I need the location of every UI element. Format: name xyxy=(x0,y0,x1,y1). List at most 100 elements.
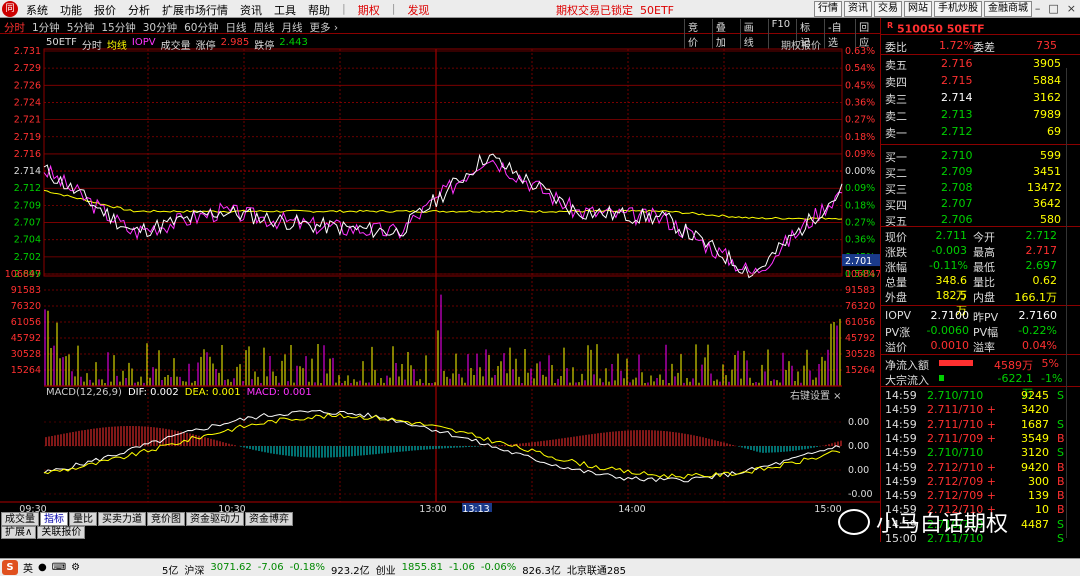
period-tab-4[interactable]: 30分钟 xyxy=(143,20,177,35)
menu-right-buttons: 行情 资讯 交易 网站 手机炒股 金融商城 xyxy=(814,1,1032,17)
sell-level-3-cell-1: 2.714 xyxy=(941,91,973,104)
period-tab-7[interactable]: 周线 xyxy=(254,20,275,35)
sell-level-4-cell-2: 5884 xyxy=(1033,74,1061,87)
option-price-button[interactable]: 期权报价 xyxy=(781,37,821,52)
menu-item-7[interactable]: 帮助 xyxy=(308,2,330,18)
tick-row-0: 14:59 2.710/710 9245 S xyxy=(881,388,1080,403)
sell-level-3-cell-2: 3162 xyxy=(1033,91,1061,104)
flow-row-0-cell-2: 5% xyxy=(1041,357,1059,370)
sell-level-1: 卖一 2.712 69 xyxy=(881,124,1080,140)
menu-right-button-3[interactable]: 网站 xyxy=(904,1,932,17)
macd-label-0: MACD(12,26,9) xyxy=(46,387,122,398)
stat-row-4-cell-0: 外盘 xyxy=(885,291,907,304)
extension-tab-1[interactable]: 关联报价 xyxy=(37,526,86,539)
quote-divider xyxy=(881,144,1080,145)
menu-item-4[interactable]: 扩展市场行情 xyxy=(162,2,228,18)
period-tab-3[interactable]: 15分钟 xyxy=(101,20,135,35)
lock-notice: 期权交易已锁定 50ETF xyxy=(556,2,674,18)
menu-item-5[interactable]: 资讯 xyxy=(240,2,262,18)
iopv-row-2-cell-3: 0.04% xyxy=(1022,339,1057,352)
period-tab-8[interactable]: 月线 xyxy=(282,20,303,35)
period-tab-5[interactable]: 60分钟 xyxy=(184,20,218,35)
chart-symbol: 50ETF xyxy=(46,37,77,48)
market-field-6: 创业 xyxy=(375,566,396,576)
buy-level-1-cell-0: 买一 xyxy=(885,151,907,164)
menu-item-3[interactable]: 分析 xyxy=(128,2,150,18)
stat-row-2-cell-1: -0.11% xyxy=(929,259,968,272)
menu-item-2[interactable]: 报价 xyxy=(94,2,116,18)
tick-row-6-cell-0: 14:59 xyxy=(885,474,917,488)
indicator-tab-6[interactable]: 资金博弈 xyxy=(245,512,293,526)
tick-row-3-cell-1: 2.711/709 + xyxy=(927,431,996,445)
quote-divider xyxy=(881,354,1080,355)
ime-mode[interactable]: 英 xyxy=(23,560,33,575)
price-tick-label: 2.712 xyxy=(14,183,41,194)
period-tab-2[interactable]: 5分钟 xyxy=(67,20,95,35)
menu-item-6[interactable]: 工具 xyxy=(274,2,296,18)
tick-row-7-cell-0: 14:59 xyxy=(885,489,917,503)
chart-header: 50ETF 分时 均线 IOPV 成交量 涨停 2.985 跌停 2.443 期权报价 xyxy=(0,36,880,52)
vol-tick-label: 91583 xyxy=(11,285,41,296)
indicator-tab-3[interactable]: 买卖力道 xyxy=(98,512,146,526)
indicator-tab-1[interactable]: 指标 xyxy=(40,512,68,526)
keyboard-icon[interactable]: ⌨ xyxy=(52,562,66,573)
menu-right-button-2[interactable]: 交易 xyxy=(874,1,902,17)
minimize-icon[interactable]: – xyxy=(1035,2,1041,15)
tick-row-2-cell-3: S xyxy=(1057,417,1064,431)
indicator-tab-2[interactable]: 量比 xyxy=(69,512,97,526)
sogou-ime-icon[interactable]: S xyxy=(2,560,18,575)
menu-item-0[interactable]: 系统 xyxy=(26,2,48,18)
tick-row-5-cell-3: B xyxy=(1057,460,1065,474)
chart-legend-1: 均线 xyxy=(106,41,127,52)
right-scrollbar[interactable] xyxy=(1066,68,1079,538)
indicator-tab-0[interactable]: 成交量 xyxy=(1,512,39,526)
menu-right-button-1[interactable]: 资讯 xyxy=(844,1,872,17)
sell-level-5-cell-1: 2.716 xyxy=(941,57,973,70)
buy-level-1-cell-1: 2.710 xyxy=(941,149,973,162)
macd-tick-label: 0.00 xyxy=(848,417,869,428)
tick-row-10-cell-3: S xyxy=(1057,532,1064,545)
menu-option[interactable]: 期权 xyxy=(358,2,380,18)
tick-row-0-cell-2: 9245 xyxy=(1021,389,1049,402)
sell-level-5-cell-2: 3905 xyxy=(1033,57,1061,70)
period-tab-6[interactable]: 日线 xyxy=(226,20,247,35)
vol-tick-label: 76320 xyxy=(11,301,41,312)
tick-row-6-cell-3: B xyxy=(1057,474,1065,488)
price-tick-label: 2.724 xyxy=(14,97,41,108)
sell-level-4: 卖四 2.715 5884 xyxy=(881,73,1080,89)
extension-tab-0[interactable]: 扩展∧ xyxy=(1,526,37,539)
weibi-row-cell-3: 735 xyxy=(1036,39,1057,52)
tick-row-9-cell-2: 4487 xyxy=(1021,517,1049,531)
vol-tick-label-right: 45792 xyxy=(845,333,875,344)
period-tab-0[interactable]: 分时 xyxy=(4,20,25,35)
indicator-tab-5[interactable]: 资金驱动力 xyxy=(186,512,244,526)
menu-right-button-4[interactable]: 手机炒股 xyxy=(934,1,982,17)
right-click-settings[interactable]: 右键设置 × xyxy=(790,387,842,402)
menu-right-button-5[interactable]: 金融商城 xyxy=(984,1,1032,17)
close-icon[interactable]: × xyxy=(1067,2,1076,15)
menu-item-1[interactable]: 功能 xyxy=(60,2,82,18)
stat-row-2: 涨幅 -0.11% 最低 2.697 xyxy=(881,258,1080,274)
indicator-tab-4[interactable]: 竞价图 xyxy=(147,512,185,526)
flow-row-1: 大宗流入 -622.1万 -1% xyxy=(881,371,1080,400)
menu-right-button-0[interactable]: 行情 xyxy=(814,1,842,17)
maximize-icon[interactable]: □ xyxy=(1048,2,1058,15)
settings-icon[interactable]: ⚙ xyxy=(71,562,80,573)
period-tab-9[interactable]: 更多 › xyxy=(310,20,339,35)
period-tab-1[interactable]: 1分钟 xyxy=(32,20,60,35)
menu-discover[interactable]: 发现 xyxy=(407,2,429,18)
vol-tick-label-right: 15264 xyxy=(845,365,875,376)
quote-divider xyxy=(881,54,1080,55)
sell-level-2-cell-2: 7989 xyxy=(1033,108,1061,121)
market-field-2: 3071.62 xyxy=(210,562,252,573)
time-tick-label: 13:00 xyxy=(419,504,446,512)
mic-icon[interactable]: ● xyxy=(38,562,47,573)
pct-tick-label: 0.18% xyxy=(845,132,875,143)
chart-legend-4: 涨停 xyxy=(195,41,216,52)
time-tick-label: 10:30 xyxy=(218,504,245,512)
vol-tick-label-right: 91583 xyxy=(845,285,875,296)
chart-legend-7: 2.443 xyxy=(279,37,308,48)
macd-header: MACD(12,26,9) DIF: 0.002 DEA: 0.001 MACD: 0… xyxy=(46,387,312,398)
sell-level-2: 卖二 2.713 7989 xyxy=(881,107,1080,123)
sell-level-1-cell-1: 2.712 xyxy=(941,125,973,138)
